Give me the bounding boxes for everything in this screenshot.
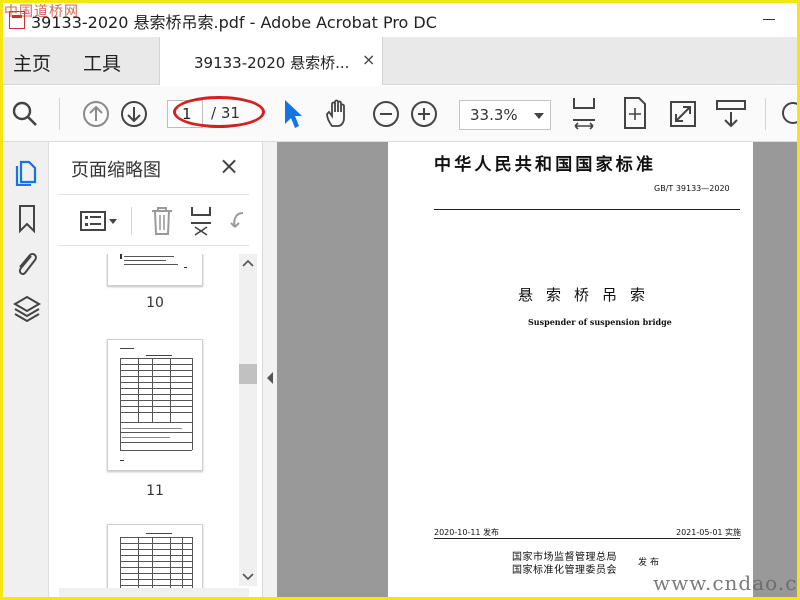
hand-tool-icon[interactable] <box>323 98 355 130</box>
read-mode-icon[interactable] <box>715 98 749 130</box>
collapse-panel-icon[interactable] <box>267 372 273 384</box>
separator <box>131 207 132 235</box>
page-thumbnails-icon[interactable] <box>15 158 39 186</box>
standard-name-chinese: 悬索桥吊索 <box>518 286 659 304</box>
release-label: 发布 <box>638 558 663 568</box>
app-window: 39133-2020 悬索桥吊索.pdf - Adobe Acrobat Pro… <box>3 3 797 597</box>
fit-width-icon[interactable] <box>569 96 599 132</box>
insert-page-icon[interactable] <box>187 205 217 237</box>
rotate-page-icon[interactable] <box>229 207 249 235</box>
highlight-annotation <box>173 96 265 128</box>
tab-bar: 主页 工具 39133-2020 悬索桥... × <box>3 37 797 85</box>
comment-icon[interactable] <box>779 100 797 128</box>
search-icon[interactable] <box>11 100 39 128</box>
delete-icon[interactable] <box>149 205 175 237</box>
panel-toolbar <box>59 194 249 246</box>
thumbnail-page-10[interactable] <box>107 254 203 286</box>
tab-home[interactable]: 主页 <box>13 49 51 76</box>
minimize-button[interactable] <box>763 19 775 20</box>
title-bar: 39133-2020 悬索桥吊索.pdf - Adobe Acrobat Pro… <box>3 3 797 37</box>
thumbnail-scrollbar[interactable] <box>239 254 257 586</box>
divider <box>434 209 740 210</box>
previous-page-icon[interactable] <box>83 101 109 127</box>
separator <box>59 98 60 130</box>
tab-document[interactable]: 39133-2020 悬索桥... × <box>159 37 383 85</box>
thumbnail-page-12[interactable] <box>107 524 203 597</box>
issuer-2: 国家标准化管理委员会 <box>512 565 617 576</box>
implementation-date: 2021-05-01 实施 <box>676 528 742 537</box>
standard-title: 中华人民共和国国家标准 <box>434 155 657 175</box>
separator <box>765 98 766 130</box>
navigation-rail <box>3 142 49 597</box>
next-page-icon[interactable] <box>121 101 147 127</box>
scroll-down-icon[interactable] <box>239 570 257 584</box>
layers-icon[interactable] <box>13 294 41 324</box>
watermark-top: 中国道桥网 <box>4 4 79 20</box>
scrollbar-thumb[interactable] <box>239 364 257 384</box>
document-view[interactable]: 中华人民共和国国家标准 GB/T 39133—2020 悬索桥吊索 Suspen… <box>277 142 797 597</box>
zoom-value: 33.3% <box>470 106 518 124</box>
attachment-icon[interactable] <box>13 248 39 280</box>
close-tab-icon[interactable]: × <box>362 50 375 69</box>
thumbnail-panel: 页面缩略图 × 10 11 <box>49 142 263 597</box>
tab-tools[interactable]: 工具 <box>83 49 121 76</box>
standard-name-english: Suspender of suspension bridge <box>528 317 672 327</box>
select-cursor-icon[interactable] <box>281 98 303 130</box>
divider <box>434 538 740 539</box>
scroll-up-icon[interactable] <box>239 256 257 270</box>
thumbnail-page-11[interactable] <box>107 339 203 471</box>
window-title: 39133-2020 悬索桥吊索.pdf - Adobe Acrobat Pro… <box>31 13 437 32</box>
zoom-select[interactable]: 33.3% <box>459 100 551 130</box>
bookmark-icon[interactable] <box>17 204 37 234</box>
panel-splitter[interactable] <box>263 142 277 597</box>
thumbnail-page-label: 10 <box>146 295 164 311</box>
watermark-bottom: www.cndao.c <box>653 571 797 595</box>
options-menu-icon[interactable] <box>79 209 119 233</box>
full-screen-icon[interactable] <box>667 98 699 130</box>
tab-document-label: 39133-2020 悬索桥... <box>194 54 350 72</box>
thumbnail-page-label: 11 <box>146 483 164 499</box>
zoom-out-icon[interactable] <box>373 101 399 127</box>
horizontal-scrollbar[interactable] <box>59 588 249 597</box>
thumbnail-list: 10 11 <box>49 254 243 597</box>
rotate-view-icon[interactable] <box>619 96 649 132</box>
close-panel-icon[interactable]: × <box>219 152 239 180</box>
standard-code: GB/T 39133—2020 <box>654 184 730 193</box>
issue-date: 2020-10-11 发布 <box>434 528 500 537</box>
pdf-page: 中华人民共和国国家标准 GB/T 39133—2020 悬索桥吊索 Suspen… <box>388 142 753 597</box>
toolbar: 1 / 31 33.3% <box>3 86 797 142</box>
chevron-down-icon <box>534 113 544 119</box>
zoom-in-icon[interactable] <box>411 101 437 127</box>
panel-title: 页面缩略图 <box>71 160 161 181</box>
